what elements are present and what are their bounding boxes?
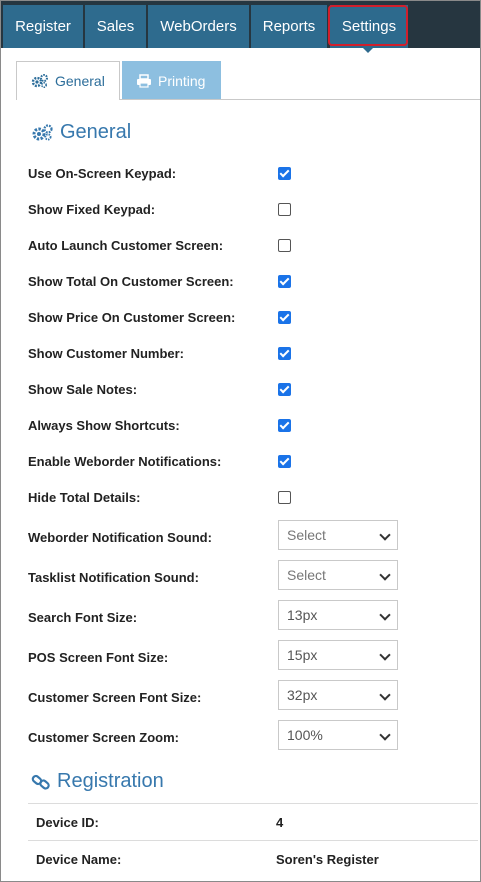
device-name-value: Soren's Register (276, 852, 379, 867)
subtab-label: Printing (158, 72, 206, 89)
setting-label: Enable Weborder Notifications: (28, 454, 222, 469)
setting-label: Search Font Size: (28, 610, 138, 625)
setting-label: Weborder Notification Sound: (28, 530, 212, 545)
setting-label: Customer Screen Font Size: (28, 690, 202, 705)
setting-label: Tasklist Notification Sound: (28, 570, 199, 585)
setting-label: Always Show Shortcuts: (28, 418, 180, 433)
setting-label: Show Price On Customer Screen: (28, 310, 236, 325)
select-value: Select (287, 567, 326, 583)
nav-tab-register[interactable]: Register (3, 5, 83, 48)
setting-show-price-customer-screen: Show Price On Customer Screen: (28, 308, 468, 328)
show-fixed-keypad-checkbox[interactable] (278, 203, 291, 216)
setting-pos-screen-font-size: POS Screen Font Size: 15px (28, 640, 468, 670)
subtab-printing[interactable]: Printing (122, 61, 221, 100)
setting-label: Show Customer Number: (28, 346, 185, 361)
section-title-registration: Registration (31, 770, 164, 793)
setting-weborder-notification-sound: Weborder Notification Sound: Select (28, 520, 468, 550)
select-value: 13px (287, 607, 318, 623)
nav-tab-label: WebOrders (160, 18, 237, 35)
show-customer-number-checkbox[interactable] (278, 347, 291, 360)
setting-label: Customer Screen Zoom: (28, 730, 179, 745)
nav-tab-weborders[interactable]: WebOrders (148, 5, 249, 48)
weborder-notification-sound-select[interactable]: Select (278, 520, 398, 550)
nav-tab-settings[interactable]: Settings (328, 5, 408, 48)
subtab-general[interactable]: General (16, 61, 120, 100)
use-onscreen-keypad-checkbox[interactable] (278, 167, 291, 180)
customer-screen-font-size-select[interactable]: 32px (278, 680, 398, 710)
setting-show-customer-number: Show Customer Number: (28, 344, 468, 364)
setting-customer-screen-zoom: Customer Screen Zoom: 100% (28, 720, 468, 750)
show-price-customer-screen-checkbox[interactable] (278, 311, 291, 324)
pos-screen-font-size-select[interactable]: 15px (278, 640, 398, 670)
active-tab-caret (362, 47, 374, 53)
top-navigation: Register Sales WebOrders Reports Setting… (1, 1, 480, 48)
section-title-text: Registration (57, 770, 164, 792)
gears-icon (31, 74, 48, 88)
device-id-label: Device ID: (36, 815, 99, 830)
setting-tasklist-notification-sound: Tasklist Notification Sound: Select (28, 560, 468, 590)
table-row: Device Name: Soren's Register (28, 840, 478, 877)
search-font-size-select[interactable]: 13px (278, 600, 398, 630)
setting-search-font-size: Search Font Size: 13px (28, 600, 468, 630)
chevron-down-icon (379, 689, 391, 701)
nav-tab-label: Sales (96, 18, 135, 35)
setting-label: Show Fixed Keypad: (28, 202, 156, 217)
device-name-label: Device Name: (36, 852, 122, 867)
setting-show-fixed-keypad: Show Fixed Keypad: (28, 200, 468, 220)
setting-label: Show Total On Customer Screen: (28, 274, 234, 289)
always-show-shortcuts-checkbox[interactable] (278, 419, 291, 432)
printer-icon (137, 73, 151, 88)
setting-enable-weborder-notifications: Enable Weborder Notifications: (28, 452, 468, 472)
subtab-label: General (55, 73, 105, 89)
nav-tab-reports[interactable]: Reports (251, 5, 327, 48)
tasklist-notification-sound-select[interactable]: Select (278, 560, 398, 590)
setting-label: Auto Launch Customer Screen: (28, 238, 224, 253)
link-icon (31, 774, 50, 790)
hide-total-details-checkbox[interactable] (278, 491, 291, 504)
chevron-down-icon (379, 649, 391, 661)
setting-use-onscreen-keypad: Use On-Screen Keypad: (28, 164, 468, 184)
nav-tab-label: Reports (262, 18, 316, 35)
show-sale-notes-checkbox[interactable] (278, 383, 291, 396)
chevron-down-icon (379, 529, 391, 541)
auto-launch-customer-screen-checkbox[interactable] (278, 239, 291, 252)
active-tab-highlight (328, 5, 408, 46)
chevron-down-icon (379, 569, 391, 581)
setting-label: Use On-Screen Keypad: (28, 166, 177, 181)
setting-label: Hide Total Details: (28, 490, 141, 505)
nav-tab-sales[interactable]: Sales (85, 5, 146, 48)
setting-show-total-customer-screen: Show Total On Customer Screen: (28, 272, 468, 292)
table-row: Device ID: 4 (28, 803, 478, 840)
setting-label: Show Sale Notes: (28, 382, 138, 397)
setting-show-sale-notes: Show Sale Notes: (28, 380, 468, 400)
setting-hide-total-details: Hide Total Details: (28, 488, 468, 508)
setting-auto-launch-customer-screen: Auto Launch Customer Screen: (28, 236, 468, 256)
select-value: 100% (287, 727, 323, 743)
show-total-customer-screen-checkbox[interactable] (278, 275, 291, 288)
nav-tab-label: Register (15, 18, 71, 35)
section-title-text: General (60, 121, 132, 143)
enable-weborder-notifications-checkbox[interactable] (278, 455, 291, 468)
select-value: 32px (287, 687, 318, 703)
chevron-down-icon (379, 609, 391, 621)
setting-label: POS Screen Font Size: (28, 650, 169, 665)
select-value: Select (287, 527, 326, 543)
registration-table: Device ID: 4 Device Name: Soren's Regist… (28, 803, 478, 877)
subtab-divider (120, 99, 480, 100)
setting-customer-screen-font-size: Customer Screen Font Size: 32px (28, 680, 468, 710)
gears-icon (32, 123, 53, 140)
section-title-general: General (32, 121, 131, 144)
chevron-down-icon (379, 729, 391, 741)
customer-screen-zoom-select[interactable]: 100% (278, 720, 398, 750)
setting-always-show-shortcuts: Always Show Shortcuts: (28, 416, 468, 436)
select-value: 15px (287, 647, 318, 663)
device-id-value: 4 (276, 815, 284, 830)
